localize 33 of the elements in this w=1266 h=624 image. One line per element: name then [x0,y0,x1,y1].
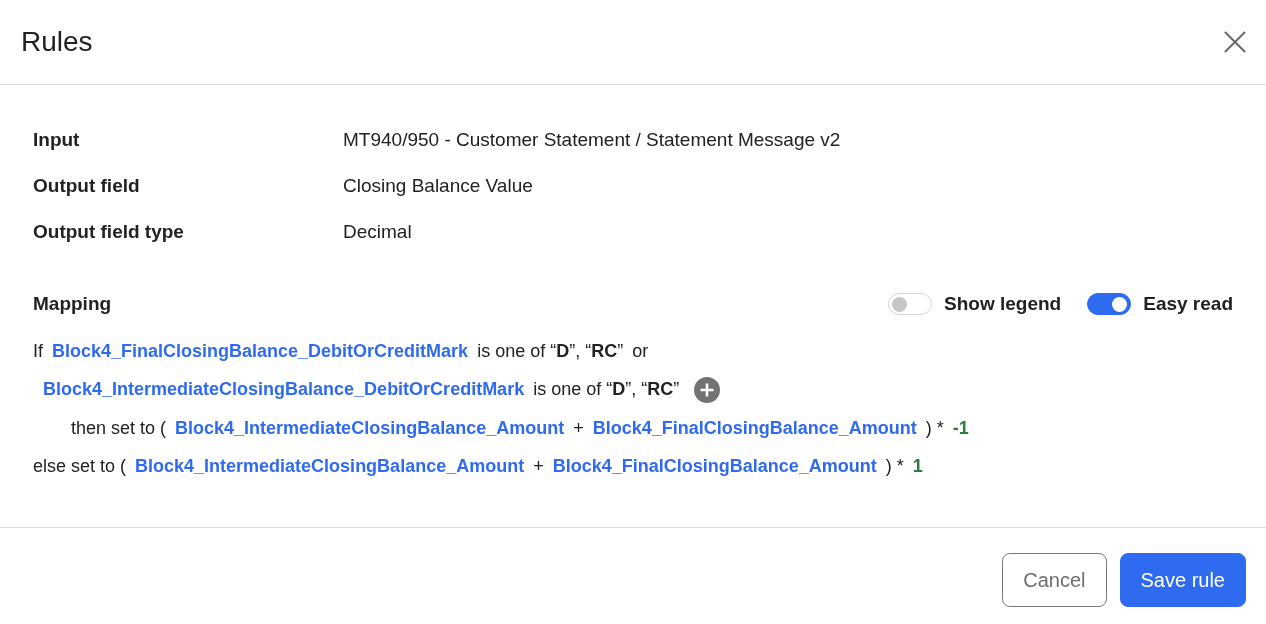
field-name-link[interactable]: Block4_FinalClosingBalance_Amount [552,456,877,478]
field-name-link[interactable]: Block4_IntermediateClosingBalance_Amount [175,417,565,439]
dialog-title: Rules [21,25,93,59]
field-name-link[interactable]: Block4_FinalClosingBalance_DebitOrCreditMark [52,340,469,362]
detail-value: Closing Balance Value [343,175,533,197]
rule-text: + [533,456,544,478]
detail-label: Output field [33,175,140,197]
rule-text: or [632,340,649,362]
detail-label: Input [33,129,80,151]
close-icon[interactable] [1224,31,1246,53]
rule-text: then set to ( [71,417,167,439]
footer-button[interactable]: Save rule [1119,553,1246,607]
toggle-label: Easy read [1143,293,1233,315]
rule-number: -1 [952,417,969,439]
rule-text: is one of “D”, “RC” [477,340,624,362]
rule-text: ) * [925,417,944,439]
rule-number: 1 [912,456,923,478]
add-icon[interactable] [694,376,721,403]
field-name-link[interactable]: Block4_FinalClosingBalance_Amount [592,417,917,439]
section-title: Mapping [33,293,112,315]
detail-value: MT940/950 - Customer Statement / Statement Message v2 [343,129,841,151]
footer-button[interactable]: Cancel [1002,553,1107,607]
field-name-link[interactable]: Block4_IntermediateClosingBalance_Amount [135,456,525,478]
rule-text: If [33,340,43,362]
rule-text: + [573,417,584,439]
field-name-link[interactable]: Block4_IntermediateClosingBalance_DebitOrCreditMark [43,379,525,401]
toggle-switch[interactable] [1087,293,1132,315]
detail-value: Decimal [343,221,412,243]
rule-text: else set to ( [33,456,127,478]
detail-label: Output field type [33,221,184,243]
toggle-label: Show legend [944,293,1062,315]
rule-text: ) * [885,456,904,478]
rule-text: is one of “D”, “RC” [533,379,680,401]
